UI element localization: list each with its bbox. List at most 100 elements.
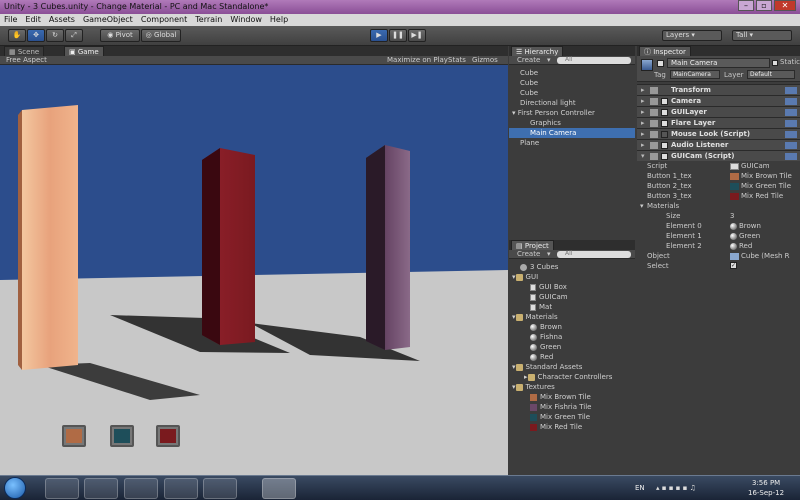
settings-icon[interactable]	[785, 142, 797, 149]
tab-scene[interactable]: ▦ Scene	[4, 46, 45, 56]
component-checkbox[interactable]	[661, 131, 668, 138]
menu-file[interactable]: File	[4, 14, 17, 26]
project-item[interactable]: Fishna	[509, 332, 635, 342]
prop-value[interactable]: Mix Brown Tile	[730, 171, 792, 181]
expand-arrow-icon[interactable]: ▾	[512, 313, 516, 321]
pivot-toggle[interactable]: ◉ Pivot	[100, 29, 140, 42]
menu-help[interactable]: Help	[270, 14, 288, 26]
settings-icon[interactable]	[785, 98, 797, 105]
menu-window[interactable]: Window	[230, 14, 262, 26]
explorer-icon[interactable]	[84, 478, 118, 499]
project-item[interactable]: 3 Cubes	[509, 262, 635, 272]
component-guilayer[interactable]: ▸ GUILayer	[637, 106, 800, 117]
maximize-button[interactable]: ▫	[756, 0, 772, 11]
tab-inspector[interactable]: ⓘ Inspector	[639, 46, 691, 56]
project-create-button[interactable]: Create	[517, 250, 540, 259]
static-checkbox[interactable]	[772, 60, 778, 66]
size-field[interactable]: 3	[730, 211, 734, 221]
project-item[interactable]: Green	[509, 342, 635, 352]
clock-time[interactable]: 3:56 PM	[752, 479, 780, 487]
project-item[interactable]: Red	[509, 352, 635, 362]
layers-dropdown[interactable]: Layers ▾	[662, 30, 722, 41]
settings-icon[interactable]	[785, 153, 797, 160]
menu-assets[interactable]: Assets	[49, 14, 75, 26]
hand-tool-icon[interactable]: ✋	[8, 29, 26, 42]
project-item[interactable]: ▾ Textures	[509, 382, 635, 392]
tab-game[interactable]: ▣ Game	[64, 46, 104, 56]
project-item[interactable]: Mat	[509, 302, 635, 312]
step-button[interactable]: ▶❚	[408, 29, 426, 42]
object-name-field[interactable]: Main Camera	[667, 58, 770, 68]
component-checkbox[interactable]	[661, 109, 668, 116]
vlc-icon[interactable]	[124, 478, 158, 499]
prop-value[interactable]: Brown	[730, 221, 761, 231]
expand-arrow-icon[interactable]: ▾	[512, 363, 516, 371]
component-checkbox[interactable]	[661, 153, 668, 160]
prop-value[interactable]: Cube (Mesh R	[730, 251, 790, 261]
gui-button-red[interactable]	[156, 425, 180, 447]
maximize-on-play-toggle[interactable]: Maximize on Play	[387, 56, 448, 65]
hierarchy-item[interactable]: Cube	[509, 78, 635, 88]
select-checkbox[interactable]: ✓	[730, 262, 737, 269]
app-icon[interactable]	[164, 478, 198, 499]
move-tool-icon[interactable]: ✥	[27, 29, 45, 42]
collapse-arrow-icon[interactable]: ▸	[524, 373, 528, 381]
hierarchy-item[interactable]: Graphics	[509, 118, 635, 128]
hierarchy-create-button[interactable]: Create	[517, 56, 540, 65]
project-item[interactable]: Mix Green Tile	[509, 412, 635, 422]
hierarchy-item[interactable]: Cube	[509, 68, 635, 78]
tab-hierarchy[interactable]: ☰ Hierarchy	[511, 46, 564, 56]
hierarchy-item[interactable]: ▾ First Person Controller	[509, 108, 635, 118]
prop-materials[interactable]: ▾ Materials	[637, 201, 800, 211]
firefox-icon[interactable]	[45, 478, 79, 499]
close-button[interactable]: ✕	[774, 0, 796, 11]
component-audio-listener[interactable]: ▸ Audio Listener	[637, 139, 800, 150]
minimize-button[interactable]: –	[738, 0, 754, 11]
app-icon[interactable]	[203, 478, 237, 499]
project-item[interactable]: Brown	[509, 322, 635, 332]
expand-arrow-icon[interactable]: ▾	[512, 273, 516, 281]
settings-icon[interactable]	[785, 109, 797, 116]
unity-taskbar-icon[interactable]	[262, 478, 296, 499]
prop-value[interactable]: Mix Red Tile	[730, 191, 783, 201]
component-guicam-script[interactable]: ▾ GUICam (Script)	[637, 150, 800, 161]
tab-project[interactable]: ▤ Project	[511, 240, 554, 250]
menu-component[interactable]: Component	[141, 14, 187, 26]
start-button[interactable]	[4, 477, 26, 499]
menu-edit[interactable]: Edit	[25, 14, 41, 26]
layout-dropdown[interactable]: Tall ▾	[732, 30, 792, 41]
project-item[interactable]: Mix Fishria Tile	[509, 402, 635, 412]
hierarchy-search-input[interactable]: All	[557, 56, 631, 64]
project-item[interactable]: ▾ Standard Assets	[509, 362, 635, 372]
project-search-input[interactable]: All	[557, 250, 631, 258]
component-checkbox[interactable]	[661, 120, 668, 127]
aspect-dropdown[interactable]: Free Aspect	[6, 56, 47, 65]
prop-value[interactable]: GUICam	[730, 161, 770, 171]
component-camera[interactable]: ▸ Camera	[637, 95, 800, 106]
settings-icon[interactable]	[785, 131, 797, 138]
project-item[interactable]: ▾ Materials	[509, 312, 635, 322]
prop-value[interactable]: Green	[730, 231, 760, 241]
gizmos-toggle[interactable]: Gizmos	[472, 56, 498, 65]
component-checkbox[interactable]	[661, 142, 668, 149]
project-item[interactable]: ▸ Character Controllers	[509, 372, 635, 382]
menu-terrain[interactable]: Terrain	[195, 14, 222, 26]
prop-value[interactable]: Red	[730, 241, 752, 251]
component-mouse-look[interactable]: ▸ Mouse Look (Script)	[637, 128, 800, 139]
component-checkbox[interactable]	[661, 98, 668, 105]
project-item[interactable]: ▾ GUI	[509, 272, 635, 282]
hierarchy-item[interactable]: Cube	[509, 88, 635, 98]
game-viewport[interactable]	[0, 65, 508, 475]
project-item[interactable]: GUI Box	[509, 282, 635, 292]
play-button[interactable]: ▶	[370, 29, 388, 42]
active-checkbox[interactable]	[657, 60, 664, 67]
project-item[interactable]: Mix Red Tile	[509, 422, 635, 432]
global-toggle[interactable]: ◎ Global	[141, 29, 181, 42]
settings-icon[interactable]	[785, 120, 797, 127]
expand-arrow-icon[interactable]: ▾	[512, 383, 516, 391]
settings-icon[interactable]	[785, 87, 797, 94]
component-transform[interactable]: ▸ Transform	[637, 84, 800, 95]
gui-button-green[interactable]	[110, 425, 134, 447]
hierarchy-item[interactable]: Directional light	[509, 98, 635, 108]
language-indicator[interactable]: EN	[635, 484, 645, 492]
